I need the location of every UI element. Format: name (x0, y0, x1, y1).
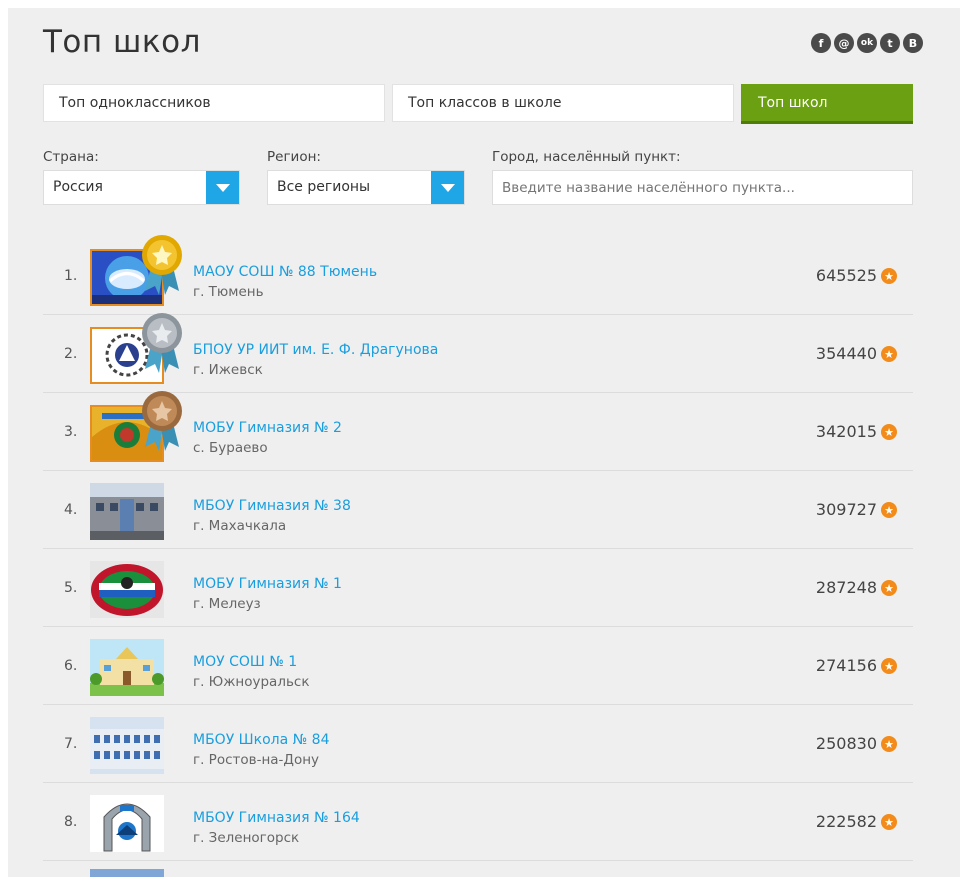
rank-number: 6. (64, 658, 78, 674)
rank-number: 2. (64, 346, 78, 362)
silver-medal-icon (142, 313, 182, 373)
school-photo[interactable] (90, 717, 164, 774)
score-value: 250830 (815, 734, 877, 753)
school-name-link[interactable]: МБОУ Школа № 84 (193, 732, 329, 748)
score: 274156 ★ (816, 627, 897, 705)
region-select[interactable]: Все регионы (267, 170, 465, 205)
star-icon: ★ (881, 268, 897, 284)
rank-number: 8. (64, 814, 78, 830)
school-city: г. Мелеуз (193, 596, 261, 612)
school-illustration[interactable] (90, 639, 164, 696)
rank-number: 3. (64, 424, 78, 440)
country-select[interactable]: Россия (43, 170, 240, 205)
list-item: 7. МБОУ Школа № 84 г. Ростов-на-Дону 250… (43, 705, 913, 783)
country-label: Страна: (43, 149, 99, 165)
top-schools-page: Топ школ f @ ok t B Топ одноклассников Т… (8, 8, 960, 877)
list-item (43, 861, 913, 877)
school-city: г. Тюмень (193, 284, 264, 300)
chevron-down-icon[interactable] (206, 171, 239, 204)
school-logo[interactable] (90, 795, 164, 852)
score-value: 274156 (815, 656, 877, 675)
star-icon: ★ (881, 580, 897, 596)
list-item: 6. МОУ СОШ № 1 г. Южноуральск 274156 ★ (43, 627, 913, 705)
school-name-link[interactable]: МБОУ Гимназия № 164 (193, 810, 360, 826)
school-name-link[interactable]: МБОУ Гимназия № 38 (193, 498, 351, 514)
school-city: г. Махачкала (193, 518, 287, 534)
tab-top-classes[interactable]: Топ классов в школе (392, 84, 734, 122)
star-icon: ★ (881, 502, 897, 518)
school-city: г. Южноуральск (193, 674, 310, 690)
region-label: Регион: (267, 149, 321, 165)
school-photo[interactable] (90, 483, 164, 540)
rank-number: 1. (64, 268, 78, 284)
gold-medal-icon (142, 235, 182, 295)
facebook-icon[interactable]: f (811, 33, 831, 53)
score: 645525 ★ (816, 237, 897, 315)
list-item: 8. МБОУ Гимназия № 164 г. Зеленогорск 22… (43, 783, 913, 861)
score-value: 354440 (815, 344, 877, 363)
school-name-link[interactable]: МАОУ СОШ № 88 Тюмень (193, 264, 377, 280)
score: 354440 ★ (816, 315, 897, 393)
star-icon: ★ (881, 658, 897, 674)
score-value: 342015 (815, 422, 877, 441)
list-item: 5. МОБУ Гимназия № 1 г. Мелеуз 287248 ★ (43, 549, 913, 627)
city-label: Город, населённый пункт: (492, 149, 681, 165)
vkontakte-icon[interactable]: B (903, 33, 923, 53)
mail-ru-icon[interactable]: @ (834, 33, 854, 53)
school-photo[interactable] (90, 869, 164, 877)
twitter-icon[interactable]: t (880, 33, 900, 53)
rank-number: 5. (64, 580, 78, 596)
list-item: 2. БПОУ УР ИИТ им. Е. Ф. Драгунова г. Иж… (43, 313, 913, 393)
tab-top-classmates[interactable]: Топ одноклассников (43, 84, 385, 122)
region-value: Все регионы (277, 179, 371, 195)
score-value: 222582 (815, 812, 877, 831)
score: 250830 ★ (816, 705, 897, 783)
bronze-medal-icon (142, 391, 182, 451)
school-logo[interactable] (90, 561, 164, 618)
school-city: г. Ижевск (193, 362, 263, 378)
page-header: Топ школ f @ ok t B (43, 22, 925, 62)
score: 222582 ★ (816, 783, 897, 861)
star-icon: ★ (881, 736, 897, 752)
school-city: г. Ростов-на-Дону (193, 752, 320, 768)
score: 342015 ★ (816, 393, 897, 471)
rank-number: 7. (64, 736, 78, 752)
school-city: с. Бураево (193, 440, 268, 456)
list-item: 4. МБОУ Гимназия № 38 г. Махачкала 30972… (43, 471, 913, 549)
city-input[interactable] (492, 170, 913, 205)
rank-number: 4. (64, 502, 78, 518)
score: 309727 ★ (816, 471, 897, 549)
chevron-down-icon[interactable] (431, 171, 464, 204)
score-value: 287248 (815, 578, 877, 597)
school-name-link[interactable]: МОБУ Гимназия № 2 (193, 420, 342, 436)
tab-top-schools[interactable]: Топ школ (741, 84, 913, 124)
list-item: 3. МОБУ Гимназия № 2 с. Бураево 342015 ★ (43, 391, 913, 471)
country-value: Россия (53, 179, 103, 195)
star-icon: ★ (881, 346, 897, 362)
school-city: г. Зеленогорск (193, 830, 300, 846)
schools-list: 1. МАОУ СОШ № 88 Тюмень г. Тюмень 645525… (43, 235, 913, 877)
score-value: 309727 (815, 500, 877, 519)
school-name-link[interactable]: БПОУ УР ИИТ им. Е. Ф. Драгунова (193, 342, 438, 358)
ranking-tabs: Топ одноклассников Топ классов в школе Т… (43, 84, 913, 124)
star-icon: ★ (881, 424, 897, 440)
score-value: 645525 (815, 266, 877, 285)
school-name-link[interactable]: МОУ СОШ № 1 (193, 654, 297, 670)
list-item: 1. МАОУ СОШ № 88 Тюмень г. Тюмень 645525… (43, 235, 913, 315)
social-share-bar: f @ ok t B (811, 33, 923, 53)
score: 287248 ★ (816, 549, 897, 627)
page-title: Топ школ (43, 24, 201, 60)
star-icon: ★ (881, 814, 897, 830)
odnoklassniki-icon[interactable]: ok (857, 33, 877, 53)
school-name-link[interactable]: МОБУ Гимназия № 1 (193, 576, 342, 592)
